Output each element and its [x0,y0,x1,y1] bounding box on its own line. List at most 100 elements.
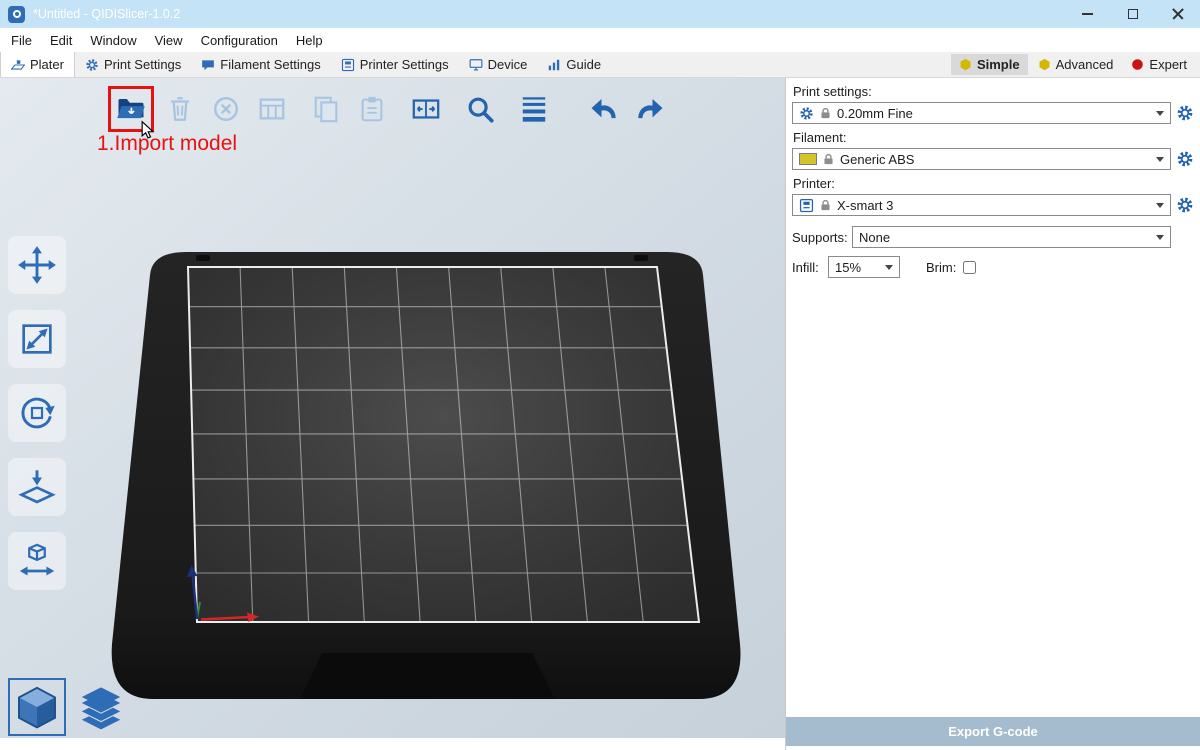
brim-label: Brim: [926,260,956,275]
gizmo-toolbar [8,236,66,590]
maximize-button[interactable] [1110,0,1155,28]
filament-color-swatch [799,153,817,165]
print-bed-grid [188,267,699,622]
search-button[interactable] [460,89,500,129]
3d-viewport[interactable]: 1.Import model [0,78,785,750]
printer-dropdown[interactable]: X-smart 3 [792,194,1171,216]
lock-icon [819,107,832,120]
supports-value: None [859,230,1151,245]
view-toggles [8,678,128,736]
filament-label: Filament: [793,130,1194,145]
mode-expert-label: Expert [1149,57,1187,72]
layer-stack-icon [77,685,125,733]
app-logo-icon [8,6,25,23]
infill-value: 15% [835,260,880,275]
menu-help[interactable]: Help [287,28,332,52]
qidislicer-window: *Untitled - QIDISlicer-1.0.2 File Edit W… [0,0,1200,750]
delete-button[interactable] [160,89,200,129]
plater-toolbar [108,86,676,132]
move-gizmo-button[interactable] [8,236,66,294]
mode-simple[interactable]: Simple [951,54,1028,75]
infill-dropdown[interactable]: 15% [828,256,900,278]
redo-icon [635,94,665,124]
mode-advanced[interactable]: Advanced [1030,54,1122,75]
window-controls [1065,0,1200,28]
tab-filament-settings-label: Filament Settings [220,57,320,72]
minimize-icon [1082,13,1093,15]
lock-icon [819,199,832,212]
tab-print-settings-label: Print Settings [104,57,181,72]
view-cube-icon [13,683,61,731]
mode-selector: Simple Advanced Expert [951,52,1200,77]
filament-bubble-icon [201,58,215,72]
variable-layer-height-icon [519,94,549,124]
menu-window[interactable]: Window [81,28,145,52]
chevron-down-icon [1156,235,1164,240]
redo-button[interactable] [630,89,670,129]
filament-value: Generic ABS [840,152,1151,167]
place-on-face-button[interactable] [8,458,66,516]
minimize-button[interactable] [1065,0,1110,28]
menu-view[interactable]: View [146,28,192,52]
rotate-icon [17,393,57,433]
move-icon [17,245,57,285]
chevron-down-icon [1156,203,1164,208]
import-highlight-box [108,86,154,132]
gear-icon [85,58,99,72]
mode-simple-label: Simple [977,57,1020,72]
tab-plater[interactable]: Plater [0,52,75,77]
rotate-gizmo-button[interactable] [8,384,66,442]
print-settings-label: Print settings: [793,84,1194,99]
variable-layer-height-button[interactable] [514,89,554,129]
search-icon [465,94,495,124]
menu-edit[interactable]: Edit [41,28,81,52]
delete-all-icon [211,94,241,124]
filament-gear-button[interactable] [1176,150,1194,168]
printer-gear-button[interactable] [1176,196,1194,214]
undo-icon [589,94,619,124]
plater-icon [11,58,25,72]
chevron-down-icon [1156,157,1164,162]
supports-dropdown[interactable]: None [852,226,1171,248]
menu-bar: File Edit Window View Configuration Help [0,28,1200,52]
undo-button[interactable] [584,89,624,129]
measure-icon [17,541,57,581]
tab-device[interactable]: Device [459,52,538,77]
3d-view-button[interactable] [8,678,66,736]
paste-button[interactable] [352,89,392,129]
export-gcode-button[interactable]: Export G-code [786,717,1200,746]
printer-icon [799,198,814,213]
delete-all-button[interactable] [206,89,246,129]
tab-printer-settings[interactable]: Printer Settings [331,52,459,77]
bed-front-notch [300,653,555,699]
scale-gizmo-button[interactable] [8,310,66,368]
close-icon [1172,8,1184,20]
brim-checkbox[interactable] [963,261,976,274]
layers-preview-button[interactable] [74,682,128,736]
build-plate[interactable] [0,78,785,738]
lock-icon [822,153,835,166]
close-button[interactable] [1155,0,1200,28]
arrange-button[interactable] [252,89,292,129]
copy-button[interactable] [306,89,346,129]
menu-file[interactable]: File [2,28,41,52]
scale-icon [17,319,57,359]
menu-configuration[interactable]: Configuration [192,28,287,52]
paste-icon [357,94,387,124]
infill-label: Infill: [792,260,828,275]
measure-button[interactable] [8,532,66,590]
mode-expert[interactable]: Expert [1123,54,1195,75]
print-settings-gear-button[interactable] [1176,104,1194,122]
chevron-down-icon [885,265,893,270]
tab-guide-label: Guide [566,57,601,72]
printer-label: Printer: [793,176,1194,191]
filament-dropdown[interactable]: Generic ABS [792,148,1171,170]
tab-print-settings[interactable]: Print Settings [75,52,191,77]
print-settings-dropdown[interactable]: 0.20mm Fine [792,102,1171,124]
tab-guide[interactable]: Guide [537,52,611,77]
red-dot-icon [1131,58,1144,71]
title-bar: *Untitled - QIDISlicer-1.0.2 [0,0,1200,28]
gear-icon [799,106,814,121]
tab-filament-settings[interactable]: Filament Settings [191,52,330,77]
split-button[interactable] [406,89,446,129]
